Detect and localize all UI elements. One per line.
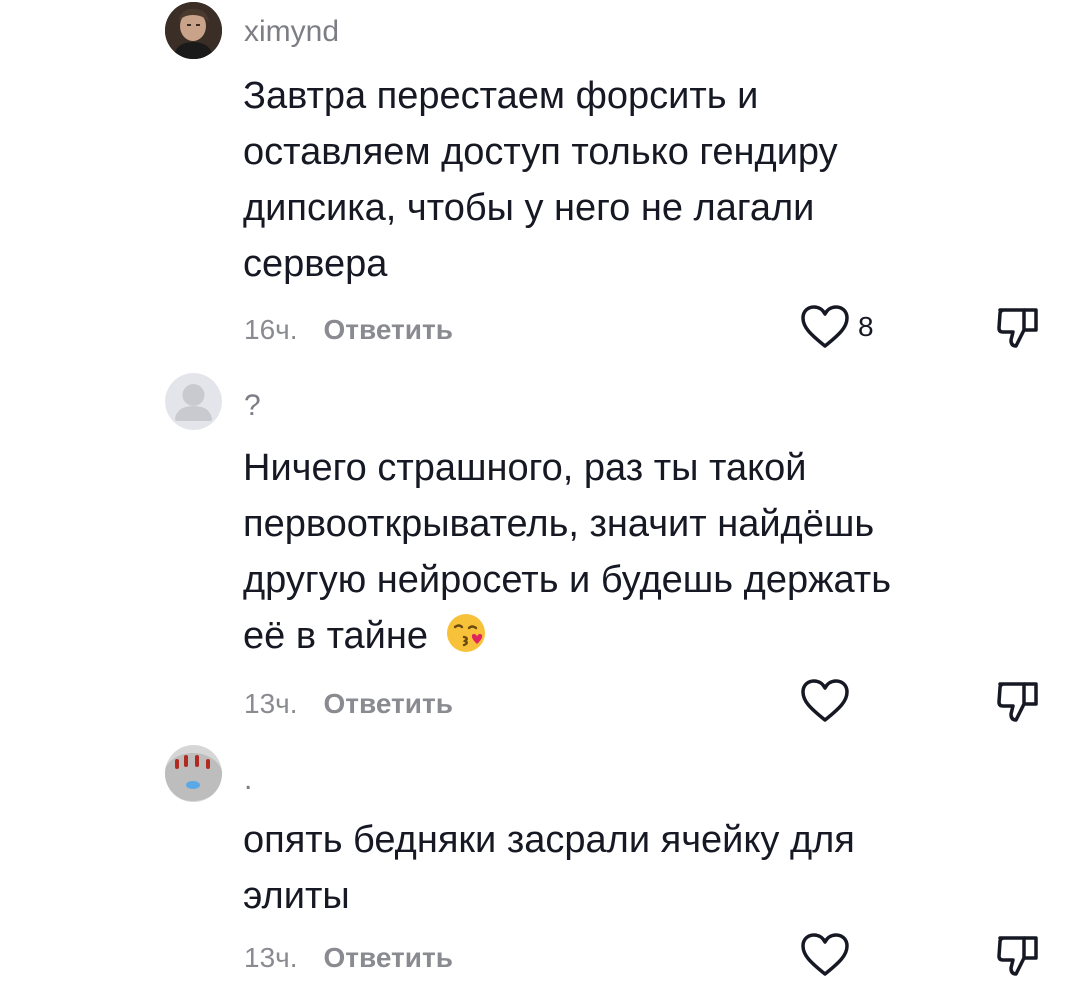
comment-meta: 16ч. Ответить: [244, 312, 453, 348]
thumbs-down-icon: [997, 682, 1038, 722]
dislike-button[interactable]: [996, 932, 1042, 983]
reply-button[interactable]: Ответить: [324, 942, 453, 974]
thumbs-down-icon: [997, 308, 1038, 348]
heart-outline-icon: [801, 305, 849, 348]
heart-outline-icon: [801, 679, 849, 722]
comment-time: 13ч.: [244, 942, 298, 973]
heart-outline-icon: [801, 933, 849, 976]
username[interactable]: ximynd: [244, 14, 339, 50]
comment-text: Ничего страшного, раз ты такой первооткр…: [243, 440, 943, 664]
like-button[interactable]: [800, 932, 858, 978]
like-count: 8: [858, 311, 874, 342]
dislike-button[interactable]: [996, 678, 1042, 729]
reply-button[interactable]: Ответить: [324, 314, 453, 346]
avatar[interactable]: [165, 373, 222, 430]
reply-button[interactable]: Ответить: [324, 688, 453, 720]
avatar[interactable]: [165, 2, 222, 59]
like-button[interactable]: [800, 678, 858, 724]
like-button[interactable]: 8: [800, 304, 874, 350]
comment-text: Завтра перестаем форсить и оставляем дос…: [243, 75, 838, 285]
username[interactable]: .: [244, 762, 252, 798]
comment-text-body: Ничего страшного, раз ты такой первооткр…: [243, 447, 892, 657]
comment-time: 13ч.: [244, 688, 298, 719]
dislike-button[interactable]: [996, 304, 1042, 355]
kissing-face-emoji: [445, 612, 487, 654]
avatar[interactable]: [165, 745, 222, 802]
comment-meta: 13ч. Ответить: [244, 686, 453, 722]
comment-meta: 13ч. Ответить: [244, 940, 453, 976]
thumbs-down-icon: [997, 936, 1038, 976]
username[interactable]: ?: [244, 388, 261, 424]
comment-time: 16ч.: [244, 314, 298, 345]
comment-text: опять бедняки засрали ячейку для элиты: [243, 819, 855, 917]
